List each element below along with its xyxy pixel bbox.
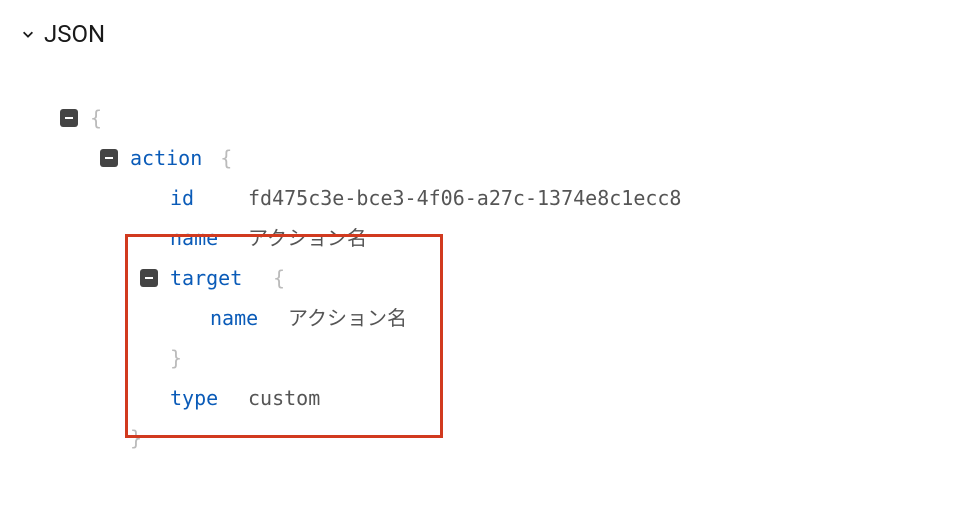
json-tree-container: { action { id fd475c3e-bce3-4f06-a27c-13… (20, 98, 942, 458)
brace-open: { (90, 104, 102, 132)
section-header[interactable]: JSON (20, 20, 942, 48)
json-key-action: action (130, 144, 202, 172)
brace-open: { (220, 144, 232, 172)
json-key-type: type (170, 384, 230, 412)
json-target-open: target { (60, 258, 942, 298)
chevron-down-icon (20, 26, 36, 42)
collapse-button-root[interactable] (60, 109, 78, 127)
brace-close: } (130, 424, 142, 452)
json-action-close: } (60, 418, 942, 458)
json-target-name-row: name アクション名 (60, 298, 942, 338)
json-value-target-name: アクション名 (288, 304, 407, 332)
collapse-button-action[interactable] (100, 149, 118, 167)
json-key-name: name (170, 224, 230, 252)
json-tree: { action { id fd475c3e-bce3-4f06-a27c-13… (20, 98, 942, 458)
json-key-id: id (170, 184, 230, 212)
json-root-open: { (60, 98, 942, 138)
brace-open: { (273, 264, 285, 292)
json-key-target-name: name (210, 304, 270, 332)
json-value-id: fd475c3e-bce3-4f06-a27c-1374e8c1ecc8 (248, 184, 681, 212)
json-type-row: type custom (60, 378, 942, 418)
json-name-row: name アクション名 (60, 218, 942, 258)
json-id-row: id fd475c3e-bce3-4f06-a27c-1374e8c1ecc8 (60, 178, 942, 218)
json-value-name: アクション名 (248, 224, 367, 252)
json-value-type: custom (248, 384, 320, 412)
brace-close: } (170, 344, 182, 372)
json-key-target: target (170, 264, 255, 292)
collapse-button-target[interactable] (140, 269, 158, 287)
json-target-close: } (60, 338, 942, 378)
section-title: JSON (44, 20, 105, 48)
json-action-open: action { (60, 138, 942, 178)
